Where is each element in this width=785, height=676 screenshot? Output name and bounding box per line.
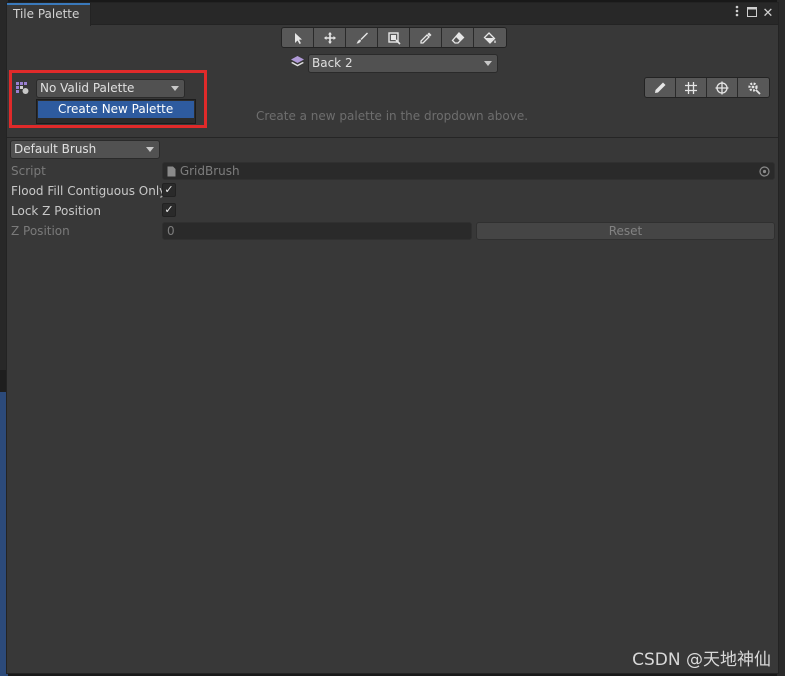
annotation-highlight-box xyxy=(9,70,207,128)
pick-tool-button[interactable] xyxy=(410,28,442,47)
flood-fill-label: Flood Fill Contiguous Only xyxy=(11,184,167,198)
settings-icon xyxy=(747,81,761,95)
watermark: CSDN @天地神仙 xyxy=(632,650,771,670)
close-icon[interactable]: ✕ xyxy=(760,5,776,23)
pencil-edit-icon xyxy=(655,82,666,93)
brush-dropdown[interactable]: Default Brush xyxy=(10,140,160,159)
active-tilemap-dropdown[interactable]: Back 2 xyxy=(308,54,498,73)
brush-dropdown-value: Default Brush xyxy=(14,142,97,156)
section-divider xyxy=(7,137,778,138)
tool-strip xyxy=(281,27,507,48)
eyedropper-icon xyxy=(419,32,431,44)
toggle-grid-button[interactable] xyxy=(676,78,707,97)
z-position-field[interactable]: 0 xyxy=(162,222,472,240)
arrow-cursor-icon xyxy=(294,32,302,44)
script-field[interactable]: GridBrush xyxy=(162,162,775,180)
z-position-value: 0 xyxy=(167,224,175,238)
tab-title: Tile Palette xyxy=(13,7,80,21)
grid-icon xyxy=(685,81,697,94)
palette-view-tools xyxy=(644,77,770,98)
move-arrows-icon xyxy=(323,31,336,44)
tab-tile-palette[interactable]: Tile Palette xyxy=(7,3,91,26)
palette-settings-button[interactable] xyxy=(738,78,769,97)
script-label: Script xyxy=(11,164,46,178)
paint-bucket-icon xyxy=(483,31,496,44)
lock-z-label: Lock Z Position xyxy=(11,204,101,218)
z-position-label: Z Position xyxy=(11,224,70,238)
move-tool-button[interactable] xyxy=(314,28,346,47)
script-value: GridBrush xyxy=(179,164,240,178)
fill-tool-button[interactable] xyxy=(474,28,506,47)
box-fill-icon xyxy=(387,31,401,45)
brush-icon xyxy=(356,32,368,43)
empty-palette-hint: Create a new palette in the dropdown abo… xyxy=(255,109,529,123)
paint-tool-button[interactable] xyxy=(346,28,378,47)
tab-bar: Tile Palette ✕ xyxy=(7,3,778,26)
tile-palette-window: Tile Palette ✕ Back 2 No Valid Palette C… xyxy=(6,2,779,674)
layers-icon xyxy=(291,56,304,67)
toggle-gizmos-button[interactable] xyxy=(707,78,738,97)
lock-z-checkbox[interactable]: ✓ xyxy=(162,203,176,217)
edit-palette-button[interactable] xyxy=(645,78,676,97)
flood-fill-checkbox[interactable]: ✓ xyxy=(162,183,176,197)
erase-tool-button[interactable] xyxy=(442,28,474,47)
active-tilemap-value: Back 2 xyxy=(312,56,353,70)
chevron-down-icon xyxy=(484,61,492,66)
select-tool-button[interactable] xyxy=(282,28,314,47)
gizmo-icon xyxy=(715,81,729,94)
script-file-icon xyxy=(167,166,176,177)
box-fill-tool-button[interactable] xyxy=(378,28,410,47)
kebab-menu-icon[interactable] xyxy=(729,5,745,23)
eraser-icon xyxy=(451,31,464,44)
reset-button[interactable]: Reset xyxy=(476,222,775,240)
maximize-icon[interactable] xyxy=(744,5,760,23)
object-picker-icon[interactable] xyxy=(759,166,770,177)
chevron-down-icon xyxy=(146,147,154,152)
